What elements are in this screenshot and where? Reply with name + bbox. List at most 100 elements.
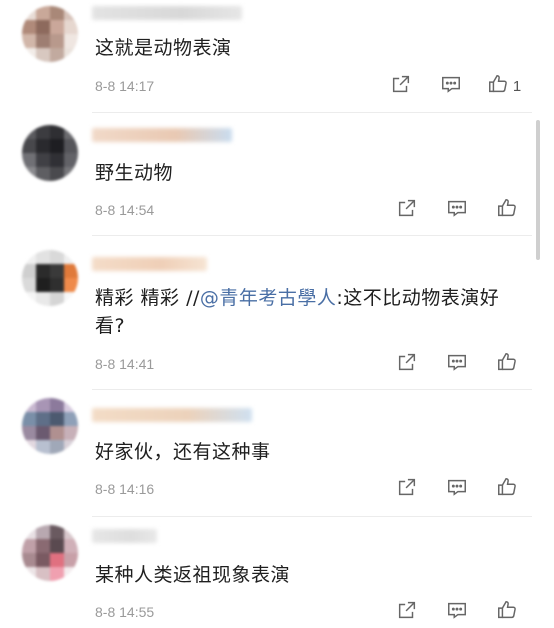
like-button[interactable] bbox=[482, 600, 532, 624]
avatar[interactable] bbox=[22, 125, 78, 181]
avatar-pixel bbox=[50, 412, 64, 426]
avatar-pixel bbox=[36, 125, 50, 139]
avatar-pixel bbox=[64, 539, 78, 553]
avatar-pixel bbox=[36, 264, 50, 278]
avatar-pixel bbox=[36, 250, 50, 264]
like-button[interactable] bbox=[482, 198, 532, 222]
avatar-pixel bbox=[64, 412, 78, 426]
repost-button[interactable] bbox=[382, 352, 432, 376]
avatar-pixel bbox=[22, 525, 36, 539]
comment-icon bbox=[446, 351, 468, 377]
avatar-pixel bbox=[50, 264, 64, 278]
avatar-pixel bbox=[22, 412, 36, 426]
username-blurred[interactable] bbox=[92, 257, 207, 271]
repost-button[interactable] bbox=[382, 198, 432, 222]
avatar-pixel bbox=[50, 20, 64, 34]
username-blurred[interactable] bbox=[92, 529, 157, 543]
username-blurred[interactable] bbox=[92, 408, 252, 422]
avatar-pixel bbox=[64, 125, 78, 139]
avatar[interactable] bbox=[22, 250, 78, 306]
avatar-pixel bbox=[64, 250, 78, 264]
avatar-pixel bbox=[50, 153, 64, 167]
comment-actions bbox=[382, 477, 532, 501]
avatar-pixel bbox=[22, 539, 36, 553]
avatar[interactable] bbox=[22, 398, 78, 454]
avatar-pixel bbox=[50, 292, 64, 306]
scrollbar[interactable] bbox=[536, 120, 540, 260]
avatar-pixel bbox=[36, 48, 50, 62]
comment-item: 这就是动物表演 8-8 14:17 1 bbox=[0, 0, 554, 112]
avatar-pixel bbox=[50, 34, 64, 48]
comment-icon bbox=[446, 476, 468, 502]
comment-text-prefix: 精彩 精彩 // bbox=[95, 287, 200, 309]
comment-button[interactable] bbox=[432, 600, 482, 624]
comment-button[interactable] bbox=[426, 74, 476, 98]
username-blurred[interactable] bbox=[92, 128, 232, 142]
avatar-pixel bbox=[50, 426, 64, 440]
avatar-pixel bbox=[64, 567, 78, 581]
avatar-pixel bbox=[36, 139, 50, 153]
avatar-pixel bbox=[36, 292, 50, 306]
avatar-pixel bbox=[36, 167, 50, 181]
comment-time: 8-8 14:54 bbox=[95, 202, 155, 218]
avatar-pixel bbox=[22, 6, 36, 20]
avatar-pixel bbox=[50, 48, 64, 62]
avatar-pixel bbox=[22, 440, 36, 454]
comment-item: 好家伙，还有这种事 8-8 14:16 bbox=[0, 390, 554, 516]
avatar-pixel bbox=[22, 167, 36, 181]
comment-text: 这就是动物表演 bbox=[95, 37, 232, 59]
avatar-pixel bbox=[64, 525, 78, 539]
avatar-pixel bbox=[36, 34, 50, 48]
like-button[interactable] bbox=[482, 352, 532, 376]
comment-button[interactable] bbox=[432, 477, 482, 501]
repost-button[interactable] bbox=[382, 477, 432, 501]
avatar-pixel bbox=[50, 539, 64, 553]
avatar-pixel bbox=[50, 6, 64, 20]
comment-actions bbox=[382, 600, 532, 624]
thumbs-up-icon bbox=[496, 476, 518, 502]
repost-button[interactable] bbox=[382, 600, 432, 624]
comment-button[interactable] bbox=[432, 198, 482, 222]
avatar[interactable] bbox=[22, 6, 78, 62]
thumbs-up-icon bbox=[496, 599, 518, 625]
comment-time: 8-8 14:17 bbox=[95, 78, 155, 94]
repost-button[interactable] bbox=[376, 74, 426, 98]
avatar-pixel bbox=[22, 278, 36, 292]
share-icon bbox=[396, 351, 418, 377]
avatar-pixel bbox=[50, 553, 64, 567]
thumbs-up-icon bbox=[496, 351, 518, 377]
avatar-pixel bbox=[64, 553, 78, 567]
avatar-pixel bbox=[50, 167, 64, 181]
avatar-pixel bbox=[64, 48, 78, 62]
avatar-pixel bbox=[64, 278, 78, 292]
avatar-pixel bbox=[22, 139, 36, 153]
avatar-pixel bbox=[50, 250, 64, 264]
share-icon bbox=[396, 476, 418, 502]
avatar-pixel bbox=[64, 440, 78, 454]
comment-time: 8-8 14:16 bbox=[95, 481, 155, 497]
avatar-pixel bbox=[64, 153, 78, 167]
username-blurred[interactable] bbox=[92, 6, 242, 20]
comment-icon bbox=[446, 197, 468, 223]
comment-text: 好家伙，还有这种事 bbox=[95, 441, 271, 463]
avatar-pixel bbox=[36, 539, 50, 553]
thumbs-up-icon bbox=[496, 197, 518, 223]
comment-button[interactable] bbox=[432, 352, 482, 376]
like-button[interactable] bbox=[482, 477, 532, 501]
user-mention-link[interactable]: @青年考古學人 bbox=[200, 287, 337, 309]
avatar-pixel bbox=[64, 292, 78, 306]
avatar-pixel bbox=[36, 426, 50, 440]
avatar-pixel bbox=[22, 553, 36, 567]
avatar-pixel bbox=[22, 153, 36, 167]
avatar-pixel bbox=[64, 264, 78, 278]
comment-text: 精彩 精彩 //@青年考古學人:这不比动物表演好看? bbox=[95, 284, 528, 340]
comment-item: 野生动物 8-8 14:54 bbox=[0, 113, 554, 235]
avatar-pixel bbox=[36, 278, 50, 292]
avatar[interactable] bbox=[22, 525, 78, 581]
like-button[interactable]: 1 bbox=[476, 74, 532, 98]
comment-time: 8-8 14:55 bbox=[95, 604, 155, 620]
avatar-pixel bbox=[22, 398, 36, 412]
comment-actions bbox=[382, 352, 532, 376]
share-icon bbox=[390, 73, 412, 99]
avatar-pixel bbox=[64, 167, 78, 181]
